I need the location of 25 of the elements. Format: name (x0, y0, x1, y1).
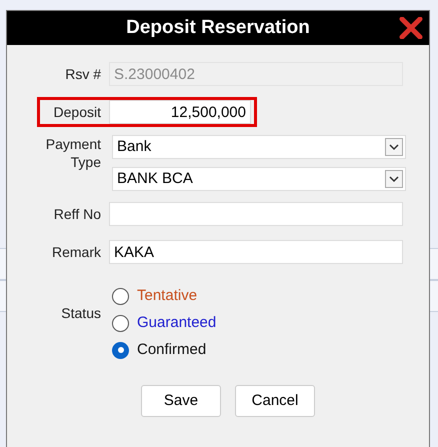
dropdown[interactable]: Bank (112, 135, 406, 159)
text-field[interactable]: KAKA (109, 240, 403, 264)
dropdown[interactable]: BANK BCA (112, 167, 406, 191)
dropdown-button[interactable] (385, 138, 403, 156)
field-label: Rsv # (64, 65, 101, 83)
field-label: Status (60, 304, 101, 322)
field-label: Reff No (52, 205, 101, 223)
window-title: Deposit Reservation (126, 16, 310, 40)
dialog-button[interactable]: Save (141, 385, 221, 417)
chevron-down-icon (389, 176, 399, 182)
field-label: Deposit (52, 103, 101, 121)
radio-button[interactable] (112, 314, 129, 332)
radio-label: Confirmed (137, 341, 206, 359)
radio-button[interactable] (112, 342, 129, 358)
field-label: Remark (50, 243, 101, 261)
text-field[interactable]: 12,500,000 (109, 100, 251, 124)
text-field[interactable] (109, 202, 403, 226)
dropdown-button[interactable] (385, 170, 403, 188)
radio-button[interactable] (112, 288, 129, 304)
radio-label: Tentative (137, 287, 198, 305)
chevron-down-icon (389, 144, 399, 150)
close-icon[interactable] (399, 17, 423, 39)
dialog-button[interactable]: Cancel (235, 385, 315, 417)
radio-label: Guaranteed (137, 314, 216, 332)
field-label: Payment Type (44, 135, 101, 172)
